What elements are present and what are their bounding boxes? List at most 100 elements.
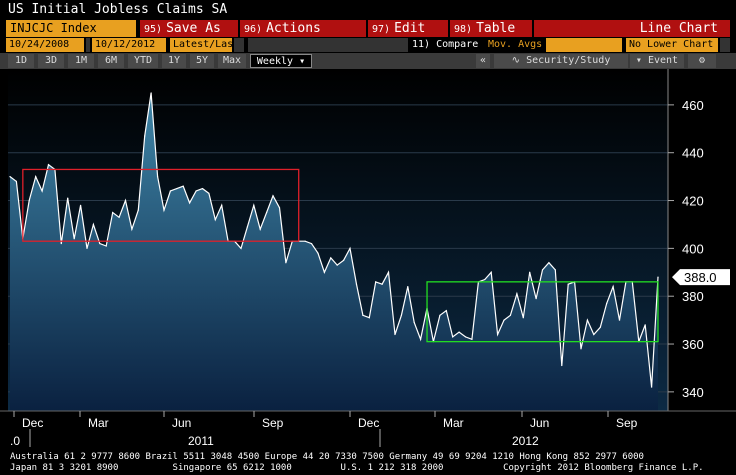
period-bar: 1D 3D 1M 6M YTD 1Y 5Y Max Weekly ▾ « ∿ Security… <box>0 53 736 69</box>
data-point <box>368 317 370 319</box>
table-button[interactable]: 98) Table <box>450 20 532 37</box>
data-point <box>163 209 165 211</box>
data-point <box>41 190 43 192</box>
event-label: Event <box>647 55 679 66</box>
actions-key: 96) <box>244 24 263 35</box>
data-point <box>650 386 653 388</box>
study-icon: ∿ <box>511 55 521 66</box>
y-tick-label: 460 <box>682 98 704 113</box>
y-tick-label: 440 <box>682 146 704 161</box>
y-tick-label: 420 <box>682 194 704 209</box>
data-point <box>15 180 18 183</box>
data-point <box>586 319 589 321</box>
period-button-6m[interactable]: 6M <box>98 54 124 68</box>
data-point <box>599 326 601 328</box>
window-title: US Initial Jobless Claims SA <box>8 2 228 17</box>
data-point <box>156 176 159 178</box>
lower-chart-select[interactable]: No Lower Chart <box>626 38 718 52</box>
data-point <box>28 199 30 202</box>
table-key: 98) <box>454 24 473 35</box>
period-button-max[interactable]: Max <box>218 54 246 68</box>
data-point <box>413 321 415 324</box>
x-tick-label: Jun <box>530 416 549 430</box>
x-tick-label: Sep <box>616 416 638 430</box>
data-point <box>355 283 358 285</box>
data-point <box>73 238 75 240</box>
data-point <box>86 247 88 249</box>
x-tick-label: Dec <box>22 416 43 430</box>
data-point <box>99 242 101 245</box>
data-point <box>169 190 171 192</box>
compare-label[interactable]: 11) Compare <box>412 38 478 52</box>
security-study-button[interactable]: ∿ Security/Study <box>494 54 628 68</box>
actions-button[interactable]: 96) Actions <box>240 20 366 37</box>
period-button-3d[interactable]: 3D <box>38 54 64 68</box>
chart-type-button[interactable]: Line Chart <box>534 20 730 37</box>
data-point <box>124 199 127 202</box>
data-point <box>554 269 556 271</box>
data-point <box>349 247 351 249</box>
data-point <box>278 207 281 209</box>
data-point <box>618 319 621 321</box>
y-tick-label: 360 <box>682 337 704 352</box>
start-date-field[interactable]: 10/24/2008 <box>6 38 84 52</box>
data-point <box>214 219 216 221</box>
period-button-1m[interactable]: 1M <box>68 54 94 68</box>
data-point <box>362 314 364 316</box>
data-point <box>67 197 69 199</box>
save-as-button[interactable]: 95) Save As <box>140 20 238 37</box>
range-select[interactable]: Latest/Last <box>170 38 239 52</box>
range-dropdown-icon[interactable] <box>234 38 244 52</box>
data-point <box>381 283 383 285</box>
x-tick-label: Sep <box>262 416 284 430</box>
blank-field <box>248 38 408 52</box>
data-point <box>137 209 139 211</box>
data-point <box>407 286 409 288</box>
x-tick-label: Mar <box>443 416 464 430</box>
data-point <box>176 187 178 190</box>
data-point <box>606 302 608 304</box>
data-point <box>561 364 563 367</box>
data-point <box>201 187 204 190</box>
data-point <box>221 204 223 206</box>
data-point <box>497 333 499 336</box>
data-point <box>509 314 512 316</box>
end-date-field[interactable]: 10/12/2012 <box>92 38 166 52</box>
title-bar: US Initial Jobless Claims SA <box>0 0 736 20</box>
data-point <box>394 333 396 336</box>
chevron-down-icon: ▾ <box>299 56 306 67</box>
data-point <box>208 192 210 194</box>
mov-avgs-label[interactable]: Mov. Avgs <box>488 38 542 52</box>
period-button-ytd[interactable]: YTD <box>128 54 158 68</box>
mov-avgs-field[interactable] <box>546 38 622 52</box>
ticker-field[interactable]: INJCJC Index <box>6 20 136 37</box>
gear-icon[interactable]: ⚙ <box>688 54 716 68</box>
scroll-left-icon[interactable]: « <box>476 54 490 68</box>
frequency-label: Weekly <box>256 56 294 67</box>
data-point <box>548 262 550 264</box>
data-point <box>490 271 492 273</box>
data-point <box>529 271 531 273</box>
y-tick-label: 380 <box>682 289 704 304</box>
data-point <box>253 204 255 206</box>
data-point <box>92 223 95 226</box>
period-button-5y[interactable]: 5Y <box>190 54 214 68</box>
lower-chart-dropdown-icon[interactable] <box>720 38 730 52</box>
data-point <box>240 247 242 249</box>
edit-button[interactable]: 97) Edit <box>368 20 448 37</box>
year-label: 2011 <box>188 434 214 448</box>
data-point <box>400 314 402 316</box>
frequency-select[interactable]: Weekly ▾ <box>250 54 312 68</box>
chart-area[interactable]: 340 360 380 400 420 440 460 388.0 Dec Mar Jun Sep… <box>0 69 736 449</box>
data-point <box>150 92 152 94</box>
data-point <box>47 164 50 166</box>
event-button[interactable]: ▾ Event <box>630 54 684 68</box>
data-point <box>259 228 261 230</box>
range-separator <box>86 38 90 52</box>
security-study-label: Security/Study <box>526 55 611 66</box>
y-axis: 340 360 380 400 420 440 460 <box>668 98 704 400</box>
data-point <box>310 242 313 245</box>
data-point <box>593 333 595 336</box>
period-button-1y[interactable]: 1Y <box>162 54 186 68</box>
period-button-1d[interactable]: 1D <box>8 54 34 68</box>
